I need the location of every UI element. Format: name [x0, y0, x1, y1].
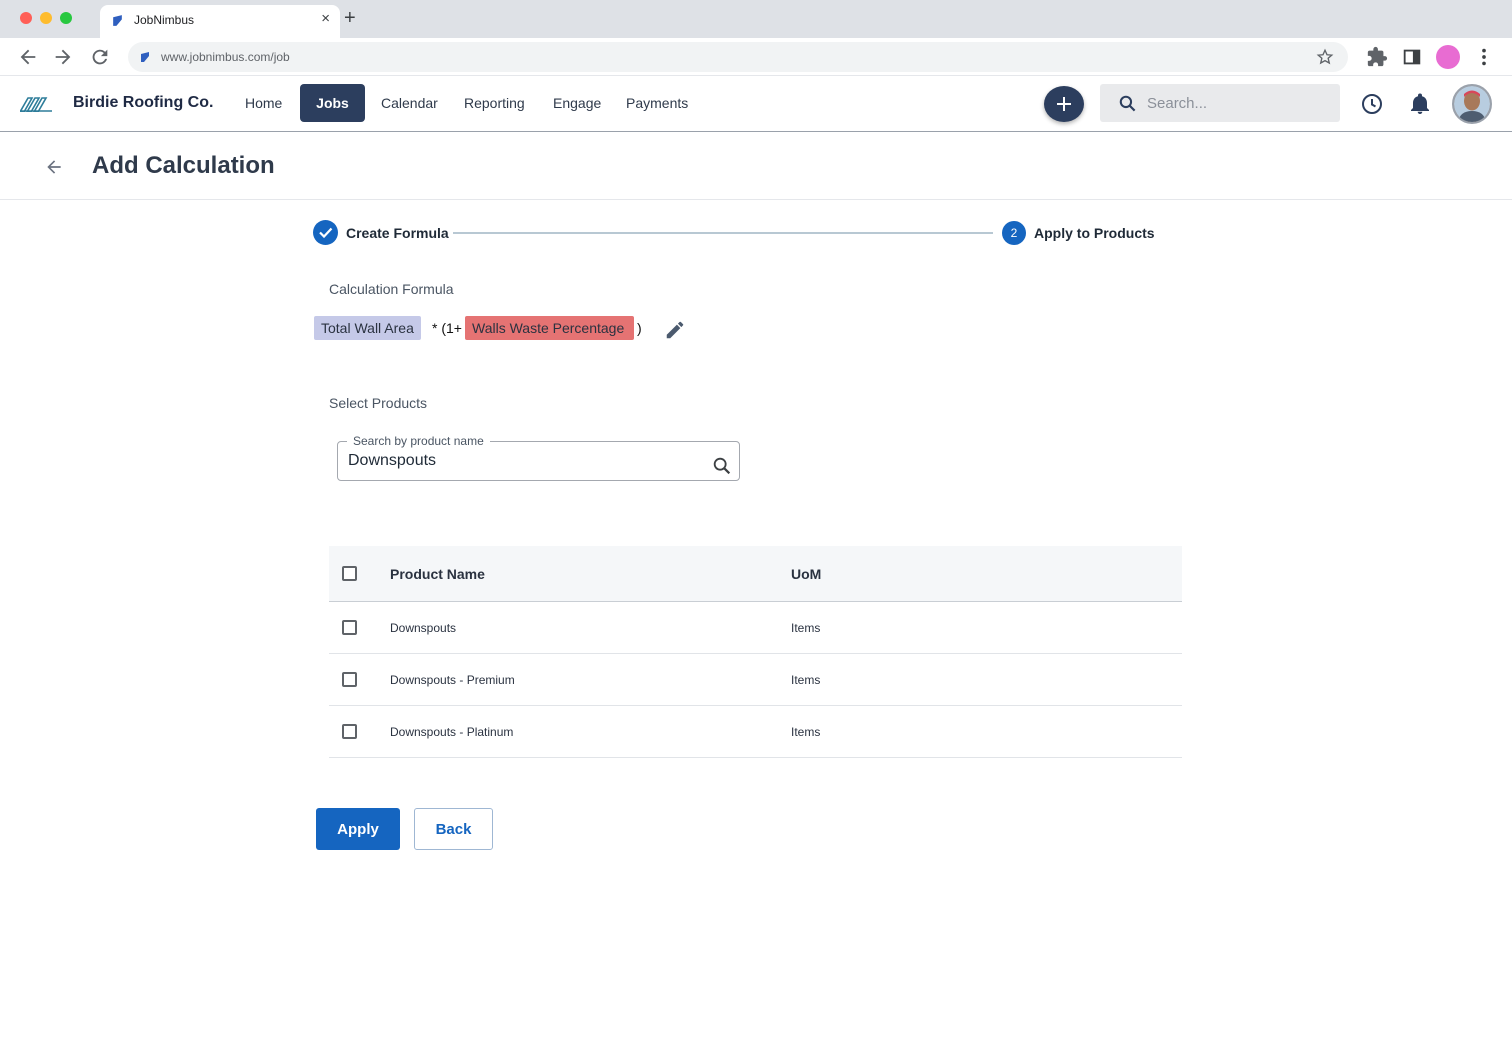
formula-chip-total-wall-area: Total Wall Area	[314, 316, 421, 340]
page-header: Add Calculation	[0, 132, 1512, 200]
back-icon[interactable]	[17, 46, 39, 68]
nav-engage[interactable]: Engage	[543, 84, 611, 122]
url-text: www.jobnimbus.com/job	[161, 50, 290, 64]
product-name-cell: Downspouts - Premium	[390, 673, 515, 687]
table-row[interactable]: Downspouts Items	[329, 602, 1182, 654]
step-create-formula-label: Create Formula	[346, 225, 449, 241]
table-row[interactable]: Downspouts - Platinum Items	[329, 706, 1182, 758]
column-header-uom[interactable]: UoM	[791, 566, 821, 582]
nav-jobs[interactable]: Jobs	[300, 84, 365, 122]
nav-payments[interactable]: Payments	[616, 84, 698, 122]
global-search[interactable]	[1100, 84, 1340, 122]
product-search-input[interactable]	[348, 450, 698, 472]
uom-cell: Items	[791, 621, 821, 635]
nav-home[interactable]: Home	[235, 84, 292, 122]
step-number-badge: 2	[1002, 221, 1026, 245]
global-search-input[interactable]	[1147, 84, 1332, 122]
formula-operator-open: * (1+	[432, 320, 462, 336]
column-header-product-name[interactable]: Product Name	[390, 566, 485, 582]
back-arrow-icon[interactable]	[44, 157, 64, 177]
uom-cell: Items	[791, 725, 821, 739]
table-header: Product Name UoM	[329, 546, 1182, 602]
tab-title: JobNimbus	[134, 13, 195, 27]
select-all-checkbox[interactable]	[342, 566, 357, 581]
jobnimbus-favicon-icon	[113, 15, 122, 26]
formula-operator-close: )	[637, 320, 642, 336]
maximize-window-icon[interactable]	[60, 12, 72, 24]
bell-icon[interactable]	[1408, 92, 1432, 116]
row-checkbox[interactable]	[342, 672, 357, 687]
select-products-label: Select Products	[329, 395, 428, 411]
product-name-cell: Downspouts - Platinum	[390, 725, 514, 739]
browser-toolbar: www.jobnimbus.com/job	[0, 38, 1512, 76]
tab-close-icon[interactable]: ×	[321, 11, 330, 26]
avatar[interactable]	[1452, 84, 1492, 124]
edit-pencil-icon[interactable]	[664, 319, 686, 341]
row-checkbox[interactable]	[342, 724, 357, 739]
browser-profile-icon[interactable]	[1436, 45, 1460, 69]
search-icon[interactable]	[711, 455, 733, 477]
browser-menu-icon[interactable]	[1473, 46, 1495, 68]
formula-chip-walls-waste-percentage: Walls Waste Percentage	[465, 316, 635, 340]
add-new-button[interactable]	[1044, 86, 1084, 122]
minimize-window-icon[interactable]	[40, 12, 52, 24]
browser-tab[interactable]: JobNimbus ×	[100, 5, 340, 38]
step-complete-check-icon	[313, 220, 338, 245]
forward-icon[interactable]	[52, 46, 74, 68]
close-window-icon[interactable]	[20, 12, 32, 24]
calculation-formula-label: Calculation Formula	[329, 281, 454, 297]
nav-reporting[interactable]: Reporting	[454, 84, 535, 122]
search-icon	[1119, 95, 1136, 112]
user-photo-icon	[1454, 86, 1490, 122]
products-table: Product Name UoM Downspouts Items Downsp…	[329, 546, 1182, 758]
history-icon[interactable]	[1360, 92, 1384, 116]
app-header: Birdie Roofing Co. Home Jobs Calendar Re…	[0, 76, 1512, 132]
side-panel-icon[interactable]	[1401, 46, 1423, 68]
product-search-legend: Search by product name	[347, 434, 490, 448]
browser-tab-bar: JobNimbus × +	[0, 0, 1512, 38]
apply-button[interactable]: Apply	[316, 808, 400, 850]
row-checkbox[interactable]	[342, 620, 357, 635]
add-icon	[1057, 97, 1071, 111]
nav-calendar[interactable]: Calendar	[371, 84, 448, 122]
bookmark-star-icon[interactable]	[1316, 48, 1334, 66]
step-apply-products-label: Apply to Products	[1034, 225, 1155, 241]
table-row[interactable]: Downspouts - Premium Items	[329, 654, 1182, 706]
jobnimbus-logo-icon[interactable]	[20, 96, 52, 112]
extensions-icon[interactable]	[1366, 46, 1388, 68]
reload-icon[interactable]	[89, 46, 111, 68]
company-name[interactable]: Birdie Roofing Co.	[73, 94, 213, 112]
address-bar[interactable]: www.jobnimbus.com/job	[128, 42, 1348, 72]
product-name-cell: Downspouts	[390, 621, 457, 635]
new-tab-icon[interactable]: +	[344, 8, 356, 28]
uom-cell: Items	[791, 673, 821, 687]
page-title: Add Calculation	[92, 152, 275, 179]
site-favicon-icon	[141, 52, 149, 62]
step-connector	[453, 232, 993, 234]
back-button[interactable]: Back	[414, 808, 493, 850]
